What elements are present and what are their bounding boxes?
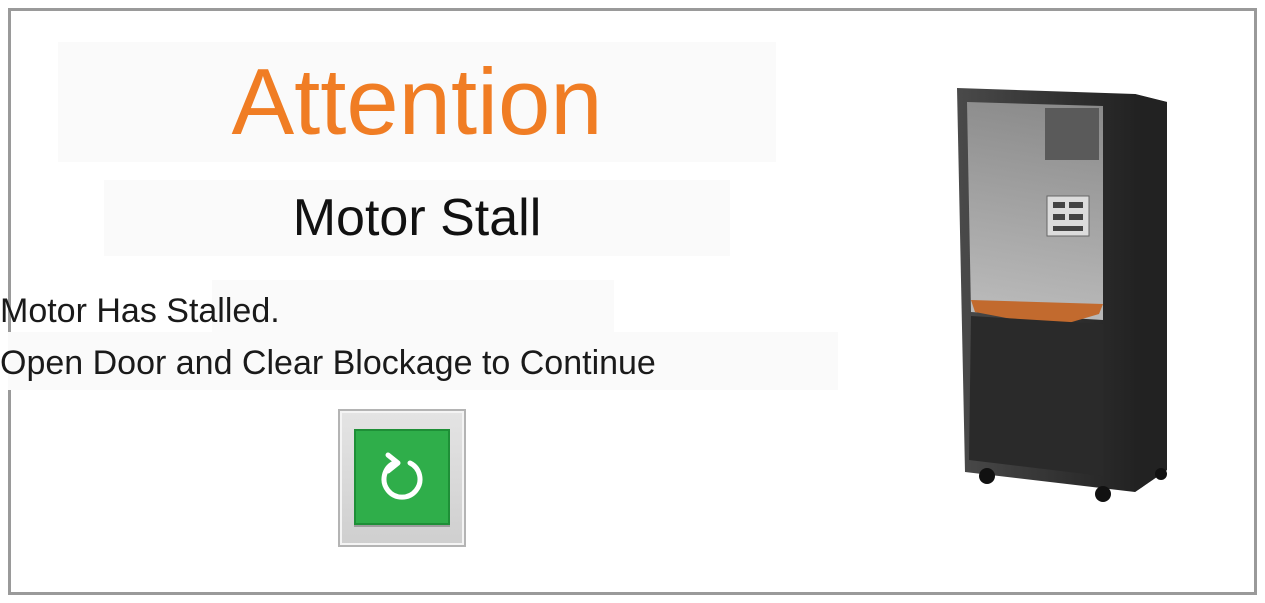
subtitle-panel: Motor Stall <box>104 180 730 256</box>
message-line-2: Open Door and Clear Blockage to Continue <box>0 344 656 382</box>
refresh-icon <box>381 452 423 500</box>
title-panel: Attention <box>58 42 776 162</box>
retry-button-frame <box>338 409 466 547</box>
message-line-1: Motor Has Stalled. <box>0 292 280 330</box>
alert-title: Attention <box>231 49 603 154</box>
machine-image <box>957 88 1167 502</box>
alert-subtitle: Motor Stall <box>292 189 542 247</box>
retry-button[interactable] <box>354 429 450 525</box>
